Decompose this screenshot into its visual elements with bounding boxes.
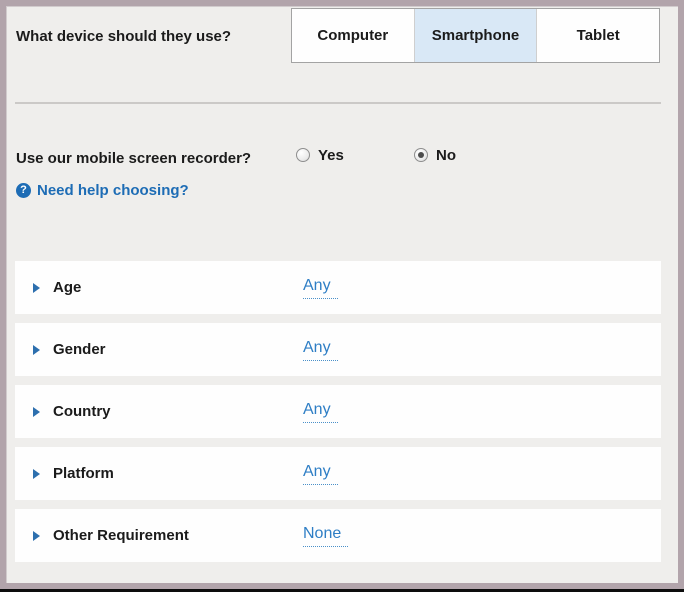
- radio-no-icon[interactable]: [414, 148, 428, 162]
- filter-row-platform[interactable]: Platform Any: [15, 447, 661, 500]
- help-link[interactable]: ? Need help choosing?: [16, 182, 189, 199]
- filter-row-age[interactable]: Age Any: [15, 261, 661, 314]
- expand-triangle-icon[interactable]: [33, 282, 40, 293]
- radio-yes-label: Yes: [318, 146, 344, 164]
- filter-value-link[interactable]: None: [303, 525, 349, 547]
- device-button-computer[interactable]: Computer: [292, 9, 414, 62]
- recorder-option-no[interactable]: No: [414, 146, 456, 164]
- question-circle-icon: ?: [16, 183, 31, 198]
- section-divider: [15, 102, 661, 104]
- filter-label: Age: [53, 279, 82, 296]
- filter-row-gender[interactable]: Gender Any: [15, 323, 661, 376]
- filter-value-link[interactable]: Any: [303, 339, 338, 361]
- page: What device should they use? Computer Sm…: [0, 0, 684, 592]
- expand-triangle-icon[interactable]: [33, 530, 40, 541]
- device-question-label: What device should they use?: [16, 28, 232, 45]
- filter-label: Other Requirement: [53, 527, 189, 544]
- help-link-label: Need help choosing?: [37, 182, 189, 199]
- radio-yes-icon[interactable]: [296, 148, 310, 162]
- filter-label: Country: [53, 403, 111, 420]
- recorder-question-label: Use our mobile screen recorder?: [16, 150, 252, 167]
- expand-triangle-icon[interactable]: [33, 344, 40, 355]
- filter-value-link[interactable]: Any: [303, 277, 338, 299]
- filter-value-link[interactable]: Any: [303, 401, 338, 423]
- device-button-tablet[interactable]: Tablet: [536, 9, 660, 62]
- filter-label: Gender: [53, 341, 106, 358]
- filter-label: Platform: [53, 465, 114, 482]
- filter-rows-list: Age Any Gender Any Country Any Platform …: [15, 261, 661, 562]
- filter-value-link[interactable]: Any: [303, 463, 338, 485]
- filter-row-country[interactable]: Country Any: [15, 385, 661, 438]
- expand-triangle-icon[interactable]: [33, 468, 40, 479]
- expand-triangle-icon[interactable]: [33, 406, 40, 417]
- recorder-option-yes[interactable]: Yes: [296, 146, 344, 164]
- device-button-smartphone[interactable]: Smartphone: [413, 9, 537, 62]
- radio-no-label: No: [436, 146, 456, 164]
- device-button-group: Computer Smartphone Tablet: [291, 8, 660, 63]
- filter-row-other-requirement[interactable]: Other Requirement None: [15, 509, 661, 562]
- form-panel: What device should they use? Computer Sm…: [0, 0, 684, 589]
